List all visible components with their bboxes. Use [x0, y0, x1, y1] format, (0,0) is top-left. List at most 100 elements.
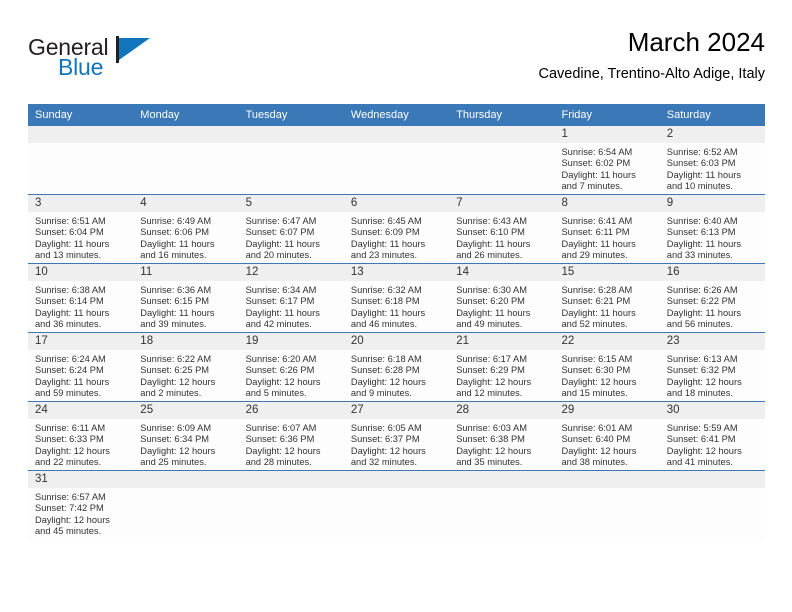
calendar-day-cell[interactable]: 25 Sunrise: 6:09 AM Sunset: 6:34 PM Dayligh… — [133, 401, 239, 471]
daylight-text-line1: Daylight: 12 hours — [666, 445, 742, 456]
daylight-text-line2: and 12 minutes. — [456, 388, 523, 399]
daylight-text-line2: and 10 minutes. — [666, 181, 733, 192]
sunrise-text: Sunrise: 6:07 AM — [245, 423, 317, 433]
calendar-day-cell[interactable]: 27 Sunrise: 6:05 AM Sunset: 6:37 PM Dayligh… — [343, 401, 450, 471]
day-cell-content: 4 Sunrise: 6:49 AM Sunset: 6:06 PM Daylight… — [133, 195, 239, 263]
calendar-day-cell[interactable]: 26 Sunrise: 6:07 AM Sunset: 6:36 PM Dayligh… — [238, 401, 344, 471]
calendar-day-cell[interactable]: 19 Sunrise: 6:20 AM Sunset: 6:26 PM Dayligh… — [238, 332, 344, 402]
day-number — [449, 126, 555, 143]
sunset-text: Sunset: 6:25 PM — [140, 365, 210, 376]
calendar-day-cell[interactable]: 28 Sunrise: 6:03 AM Sunset: 6:38 PM Dayligh… — [449, 401, 555, 471]
sunset-text: Sunset: 6:09 PM — [350, 227, 420, 238]
brand-name-blue: Blue — [58, 54, 104, 80]
sunrise-text: Sunrise: 6:01 AM — [561, 423, 633, 433]
daylight-text-line1: Daylight: 11 hours — [140, 238, 215, 249]
calendar-day-cell[interactable]: 2 Sunrise: 6:52 AM Sunset: 6:03 PM Daylight… — [659, 126, 766, 195]
calendar-day-cell[interactable]: 11 Sunrise: 6:36 AM Sunset: 6:15 PM Dayligh… — [133, 263, 239, 333]
calendar-day-cell[interactable]: 13 Sunrise: 6:32 AM Sunset: 6:18 PM Dayligh… — [343, 263, 450, 333]
calendar-day-cell[interactable]: 10 Sunrise: 6:38 AM Sunset: 6:14 PM Dayligh… — [28, 263, 134, 333]
calendar-day-cell[interactable]: 14 Sunrise: 6:30 AM Sunset: 6:20 PM Dayligh… — [449, 263, 555, 333]
daylight-text-line1: Daylight: 11 hours — [35, 238, 110, 249]
calendar-day-cell[interactable]: 8 Sunrise: 6:41 AM Sunset: 6:11 PM Daylight… — [554, 194, 660, 264]
sunrise-text: Sunrise: 6:11 AM — [35, 423, 106, 433]
daylight-text-line1: Daylight: 11 hours — [561, 238, 636, 249]
sunset-text: Sunset: 6:38 PM — [456, 434, 525, 445]
calendar-day-cell[interactable]: 20 Sunrise: 6:18 AM Sunset: 6:28 PM Dayligh… — [343, 332, 450, 402]
day-sun-info: Sunrise: 6:45 AM Sunset: 6:09 PM Daylight:… — [344, 212, 449, 262]
calendar-day-cell[interactable]: 16 Sunrise: 6:26 AM Sunset: 6:22 PM Dayligh… — [659, 263, 766, 333]
sunrise-text: Sunrise: 6:54 AM — [561, 147, 633, 157]
day-cell-content — [554, 471, 660, 539]
sunset-text: Sunset: 6:34 PM — [140, 434, 210, 445]
day-number: 3 — [28, 195, 134, 212]
calendar-day-cell[interactable]: 30 Sunrise: 5:59 AM Sunset: 6:41 PM Dayligh… — [659, 401, 766, 471]
day-number: 11 — [133, 264, 239, 281]
daylight-text-line2: and 18 minutes. — [666, 388, 733, 399]
day-number: 28 — [449, 402, 555, 419]
calendar-cell-empty — [449, 470, 555, 539]
calendar-day-cell[interactable]: 29 Sunrise: 6:01 AM Sunset: 6:40 PM Dayligh… — [554, 401, 660, 471]
daylight-text-line2: and 36 minutes. — [35, 319, 102, 330]
daylight-text-line1: Daylight: 11 hours — [350, 307, 426, 318]
day-cell-content: 17 Sunrise: 6:24 AM Sunset: 6:24 PM Dayligh… — [28, 333, 134, 401]
calendar-day-cell[interactable]: 17 Sunrise: 6:24 AM Sunset: 6:24 PM Dayligh… — [28, 332, 134, 402]
calendar-day-cell[interactable]: 5 Sunrise: 6:47 AM Sunset: 6:07 PM Daylight… — [238, 194, 344, 264]
sunset-text: Sunset: 7:42 PM — [35, 503, 104, 514]
calendar-day-cell[interactable]: 1 Sunrise: 6:54 AM Sunset: 6:02 PM Daylight… — [554, 126, 660, 195]
calendar-day-cell[interactable]: 22 Sunrise: 6:15 AM Sunset: 6:30 PM Dayligh… — [554, 332, 660, 402]
day-number: 4 — [133, 195, 239, 212]
calendar-day-cell[interactable]: 12 Sunrise: 6:34 AM Sunset: 6:17 PM Dayligh… — [238, 263, 344, 333]
day-number — [343, 471, 450, 488]
calendar-day-cell[interactable]: 15 Sunrise: 6:28 AM Sunset: 6:21 PM Dayligh… — [554, 263, 660, 333]
calendar-day-cell[interactable]: 23 Sunrise: 6:13 AM Sunset: 6:32 PM Dayligh… — [659, 332, 766, 402]
sunrise-text: Sunrise: 6:17 AM — [456, 354, 527, 364]
sunrise-text: Sunrise: 6:45 AM — [350, 216, 422, 226]
day-sun-info: Sunrise: 6:18 AM Sunset: 6:28 PM Daylight:… — [344, 350, 449, 400]
daylight-text-line2: and 25 minutes. — [140, 457, 207, 468]
calendar-day-cell[interactable]: 31 Sunrise: 6:57 AM Sunset: 7:42 PM Dayligh… — [28, 470, 134, 539]
weekday-header-row: Sunday Monday Tuesday Wednesday Thursday… — [28, 104, 766, 126]
calendar-day-cell[interactable]: 3 Sunrise: 6:51 AM Sunset: 6:04 PM Daylight… — [28, 194, 134, 264]
day-number — [449, 471, 555, 488]
calendar-day-cell[interactable]: 9 Sunrise: 6:40 AM Sunset: 6:13 PM Daylight… — [659, 194, 766, 264]
day-cell-content — [659, 471, 766, 539]
day-number: 12 — [238, 264, 344, 281]
day-cell-content: 13 Sunrise: 6:32 AM Sunset: 6:18 PM Dayligh… — [343, 264, 450, 332]
day-sun-info: Sunrise: 6:13 AM Sunset: 6:32 PM Daylight:… — [660, 350, 765, 400]
day-number — [133, 471, 239, 488]
day-sun-info: Sunrise: 6:51 AM Sunset: 6:04 PM Daylight:… — [28, 212, 133, 262]
day-sun-info: Sunrise: 6:17 AM Sunset: 6:29 PM Daylight:… — [449, 350, 554, 400]
sunrise-text: Sunrise: 6:30 AM — [456, 285, 527, 295]
day-number: 29 — [554, 402, 660, 419]
sunrise-text: Sunrise: 6:09 AM — [140, 423, 212, 433]
sunset-text: Sunset: 6:03 PM — [666, 158, 736, 169]
day-sun-info: Sunrise: 6:52 AM Sunset: 6:03 PM Daylight:… — [660, 143, 765, 193]
daylight-text-line1: Daylight: 12 hours — [245, 376, 321, 387]
calendar-day-cell[interactable]: 6 Sunrise: 6:45 AM Sunset: 6:09 PM Daylight… — [343, 194, 450, 264]
day-sun-info: Sunrise: 6:36 AM Sunset: 6:15 PM Daylight:… — [133, 281, 238, 331]
weekday-header-thursday: Thursday — [449, 104, 555, 126]
day-cell-content: 20 Sunrise: 6:18 AM Sunset: 6:28 PM Dayligh… — [343, 333, 450, 401]
daylight-text-line2: and 52 minutes. — [561, 319, 628, 330]
calendar-day-cell[interactable]: 24 Sunrise: 6:11 AM Sunset: 6:33 PM Dayligh… — [28, 401, 134, 471]
day-number: 9 — [659, 195, 766, 212]
weekday-header-friday: Friday — [554, 104, 660, 126]
sunrise-text: Sunrise: 6:38 AM — [35, 285, 106, 295]
sunrise-text: Sunrise: 6:26 AM — [666, 285, 738, 295]
calendar-day-cell[interactable]: 18 Sunrise: 6:22 AM Sunset: 6:25 PM Dayligh… — [133, 332, 239, 402]
general-blue-logo[interactable]: General Blue — [28, 34, 188, 92]
daylight-text-line1: Daylight: 11 hours — [140, 307, 215, 318]
sunset-text: Sunset: 6:22 PM — [666, 296, 736, 307]
day-sun-info: Sunrise: 6:47 AM Sunset: 6:07 PM Daylight:… — [239, 212, 344, 262]
day-number — [238, 126, 344, 143]
calendar-day-cell[interactable]: 7 Sunrise: 6:43 AM Sunset: 6:10 PM Daylight… — [449, 194, 555, 264]
calendar-day-cell[interactable]: 4 Sunrise: 6:49 AM Sunset: 6:06 PM Daylight… — [133, 194, 239, 264]
daylight-text-line1: Daylight: 12 hours — [350, 376, 426, 387]
day-cell-content — [133, 471, 239, 539]
page-title: March 2024 — [627, 27, 765, 57]
calendar-day-cell[interactable]: 21 Sunrise: 6:17 AM Sunset: 6:29 PM Dayligh… — [449, 332, 555, 402]
daylight-text-line2: and 29 minutes. — [561, 250, 628, 261]
sunset-text: Sunset: 6:37 PM — [350, 434, 420, 445]
calendar-cell-empty — [343, 126, 450, 195]
day-number: 1 — [554, 126, 660, 143]
